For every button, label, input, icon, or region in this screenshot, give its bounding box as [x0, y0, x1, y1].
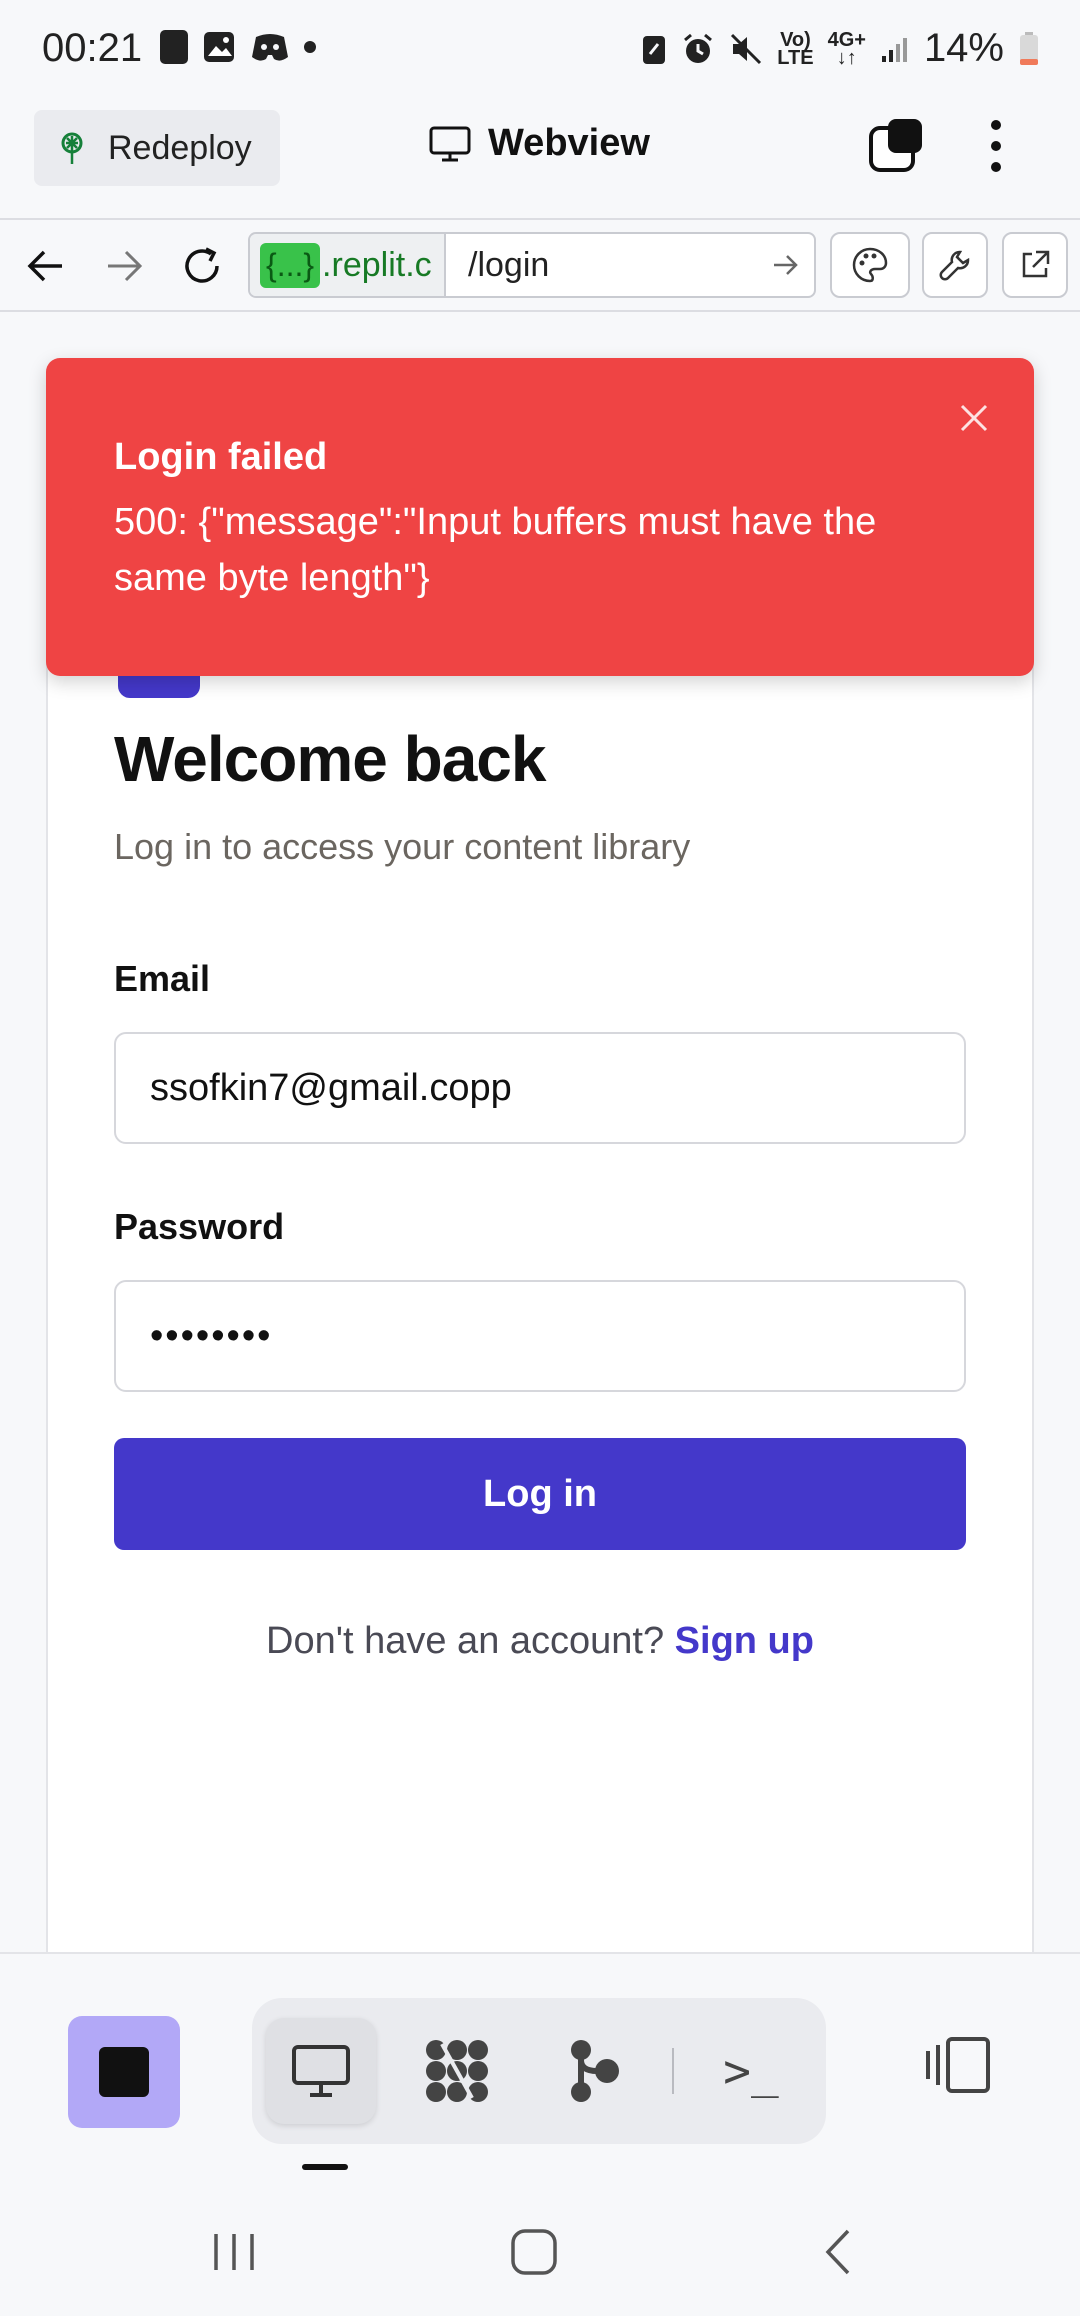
git-branch-icon [571, 2040, 619, 2102]
battery-icon [1020, 31, 1038, 65]
stop-button[interactable] [68, 2016, 180, 2128]
alert-notification-icon [160, 30, 188, 64]
toast-message: 500: {"message":"Input buffers must have… [114, 501, 877, 599]
recents-icon [214, 2234, 254, 2270]
redeploy-button[interactable]: Redeploy [34, 110, 280, 186]
page-title: Webview [488, 122, 650, 164]
discord-icon [252, 34, 288, 61]
battery-percent: 14% [923, 26, 1004, 70]
alarm-icon [684, 33, 713, 63]
password-field[interactable]: •••••••• [114, 1280, 966, 1392]
home-icon [511, 2229, 557, 2275]
welcome-heading: Welcome back [114, 723, 546, 795]
gallery-icon [204, 32, 234, 62]
battery-saver-icon [643, 35, 666, 64]
data-arrows-icon: ↓↑ [836, 46, 857, 69]
go-button[interactable] [758, 253, 814, 277]
app-header: Redeploy Webview [0, 96, 1080, 220]
signup-prompt-text: Don't have an account? [266, 1620, 665, 1662]
close-icon [960, 404, 988, 432]
tab-git[interactable] [538, 2018, 648, 2124]
palette-icon [852, 247, 888, 283]
open-external-button[interactable] [1002, 232, 1068, 298]
login-subtitle: Log in to access your content library [114, 826, 691, 867]
arrow-left-icon [27, 250, 62, 282]
url-field[interactable]: {...} .replit.c /login [248, 232, 816, 298]
toast-close-button[interactable] [952, 396, 996, 440]
bottom-toolbar: >_ [0, 1952, 1080, 2170]
workspace-icon [426, 2040, 488, 2102]
url-domain: .replit.c [322, 245, 432, 284]
url-bar: {...} .replit.c /login [0, 220, 1080, 312]
toast-title: Login failed [114, 436, 328, 478]
monitor-icon [429, 126, 471, 161]
notification-icons [160, 30, 316, 64]
volte-bottom: LTE [777, 46, 814, 69]
volte-indicator: Vo) LTE [777, 28, 814, 69]
panels-toggle-button[interactable] [914, 2022, 1000, 2108]
status-time: 00:21 [42, 26, 143, 70]
forward-button[interactable] [96, 238, 152, 294]
tab-webview[interactable] [266, 2018, 376, 2124]
go-arrow-icon [774, 255, 798, 275]
reload-icon [185, 247, 219, 283]
active-tab-indicator [302, 2164, 348, 2170]
signal-icon [881, 37, 907, 62]
network-type: 4G+ [827, 28, 866, 51]
tab-workspace[interactable] [402, 2018, 512, 2124]
monitor-icon [292, 2045, 350, 2097]
password-label: Password [114, 1206, 285, 1247]
error-toast: Login failed 500: {"message":"Input buff… [46, 358, 1034, 676]
status-bar: 00:21 Vo) LTE 4G+ ↓↑ 14% [0, 0, 1080, 96]
redeploy-label: Redeploy [108, 128, 252, 167]
webview-title: Webview [428, 122, 650, 165]
arrow-right-icon [108, 250, 143, 282]
mute-icon [731, 33, 762, 64]
url-path[interactable]: /login [446, 246, 758, 285]
chevron-left-icon [825, 2229, 850, 2275]
toolbar-divider [672, 2048, 674, 2094]
split-panels-icon [926, 2037, 990, 2093]
external-link-icon [1022, 250, 1050, 278]
login-button[interactable]: Log in [114, 1438, 966, 1550]
signup-prompt: Don't have an account? Sign up [0, 1620, 1080, 1663]
more-options-icon[interactable] [978, 114, 1014, 178]
email-label: Email [114, 958, 211, 999]
volte-top: Vo) [780, 28, 811, 51]
theme-button[interactable] [830, 232, 910, 298]
back-button[interactable] [18, 238, 74, 294]
redeploy-icon [61, 132, 83, 164]
devtools-button[interactable] [922, 232, 988, 298]
url-host: {...} .replit.c [250, 234, 446, 296]
tool-tabs: >_ [252, 1998, 826, 2144]
reload-button[interactable] [174, 238, 230, 294]
tab-shell[interactable]: >_ [696, 2018, 806, 2124]
system-navigation-bar [0, 2180, 1080, 2316]
signup-link[interactable]: Sign up [675, 1620, 814, 1662]
tabs-icon[interactable] [868, 116, 926, 174]
system-indicators: Vo) LTE 4G+ ↓↑ 14% [641, 26, 1040, 71]
email-field[interactable]: ssofkin7@gmail.copp [114, 1032, 966, 1144]
home-button[interactable] [494, 2212, 574, 2292]
wrench-icon [939, 250, 970, 281]
replit-host-badge: {...} [260, 242, 321, 288]
stop-icon [99, 2047, 149, 2097]
system-back-button[interactable] [798, 2212, 878, 2292]
more-notifications-dot [304, 41, 316, 53]
network-type-indicator: 4G+ ↓↑ [827, 28, 866, 69]
recents-button[interactable] [194, 2212, 274, 2292]
